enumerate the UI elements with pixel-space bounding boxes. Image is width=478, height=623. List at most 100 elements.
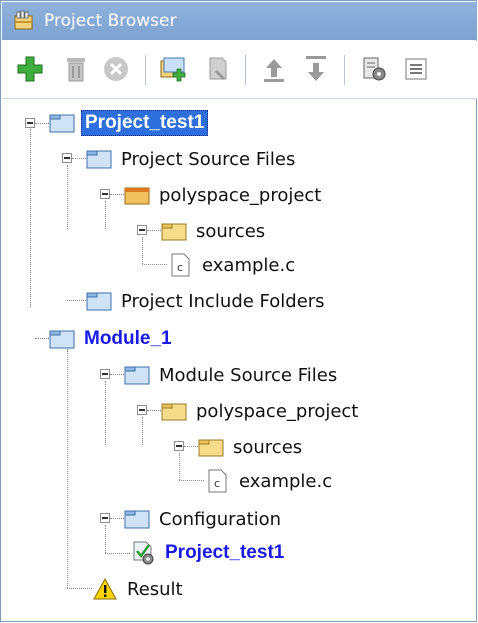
- configuration-file-icon: [133, 541, 154, 565]
- toolbar: [2, 41, 477, 99]
- tree-connector: [147, 230, 161, 231]
- tree-node-configuration[interactable]: Configuration: [124, 505, 284, 533]
- tree-connector: [67, 345, 68, 588]
- svg-text:c: c: [177, 261, 183, 274]
- tree-node-polyspace-project[interactable]: polyspace_project: [124, 181, 324, 209]
- panel-title-bar: Project Browser: [2, 2, 477, 40]
- project-tree: Project_test1 Project Source Files polys…: [1, 101, 478, 621]
- tree-connector: [72, 158, 86, 159]
- folder-icon: [161, 403, 187, 421]
- move-up-button[interactable]: [258, 53, 290, 85]
- tree-node-example-c[interactable]: c example.c: [204, 467, 335, 495]
- tree-node-project-include-folders[interactable]: Project Include Folders: [86, 287, 328, 315]
- tree-node-sources[interactable]: sources: [198, 433, 305, 461]
- c-file-icon: c: [171, 253, 190, 277]
- tree-connector: [142, 264, 167, 265]
- tree-connector: [105, 553, 130, 554]
- properties-button[interactable]: [400, 53, 432, 85]
- tree-connector: [67, 300, 86, 301]
- new-folder-button[interactable]: [158, 53, 190, 85]
- tree-node-module-source-files[interactable]: Module Source Files: [124, 361, 340, 389]
- tree-connector: [110, 374, 124, 375]
- folder-icon: [198, 439, 224, 457]
- collapse-toggle[interactable]: [100, 189, 110, 199]
- warning-icon: [93, 577, 117, 600]
- tree-connector: [67, 588, 92, 589]
- project-browser-icon: [14, 10, 33, 30]
- tree-node-config-project[interactable]: Project_test1: [130, 539, 287, 567]
- tree-node-label: Module_1: [84, 328, 172, 349]
- module-button[interactable]: [202, 53, 234, 85]
- tree-connector: [110, 194, 124, 195]
- tree-connector: [105, 201, 106, 229]
- project-browser-panel: Project Browser Project_test1 Project So…: [0, 0, 477, 622]
- tree-node-label: Project Source Files: [121, 148, 296, 170]
- move-up-icon: [264, 59, 284, 82]
- delete-button[interactable]: [60, 53, 92, 85]
- orange-folder-icon: [124, 187, 150, 205]
- tree-connector: [105, 525, 106, 553]
- tree-connector: [35, 338, 49, 339]
- tree-connector: [147, 410, 161, 411]
- collapse-toggle[interactable]: [174, 441, 184, 451]
- tree-node-label: sources: [196, 220, 266, 242]
- tree-node-label: Project_test1: [165, 542, 285, 563]
- module-folder-icon: [49, 330, 75, 349]
- toolbar-separator: [245, 55, 246, 85]
- tree-node-label: example.c: [239, 470, 333, 492]
- tree-node-label: sources: [233, 436, 303, 458]
- collapse-toggle[interactable]: [25, 118, 35, 128]
- tree-node-label: Project Include Folders: [121, 290, 325, 312]
- tree-connector: [184, 446, 198, 447]
- folder-icon: [124, 366, 150, 385]
- tree-node-label: polyspace_project: [196, 400, 359, 422]
- tree-connector: [35, 123, 49, 124]
- tree-node-sources[interactable]: sources: [161, 217, 268, 245]
- remove-icon: [104, 57, 128, 81]
- tree-node-result[interactable]: Result: [92, 575, 186, 603]
- add-button[interactable]: [14, 53, 46, 85]
- toolbar-separator: [145, 55, 146, 85]
- tree-node-polyspace-project[interactable]: polyspace_project: [161, 397, 361, 425]
- collapse-toggle[interactable]: [100, 513, 110, 523]
- tree-node-example-c[interactable]: c example.c: [167, 251, 298, 279]
- svg-text:c: c: [214, 477, 220, 490]
- folder-icon: [124, 510, 150, 529]
- project-folder-icon: [49, 114, 75, 133]
- module-icon: [209, 57, 227, 81]
- properties-icon: [405, 58, 427, 80]
- tree-connector: [179, 453, 180, 480]
- tree-connector: [142, 237, 143, 264]
- tree-connector: [67, 165, 68, 229]
- c-file-icon: c: [208, 469, 227, 493]
- new-folder-icon: [160, 57, 186, 82]
- folder-icon: [161, 223, 187, 241]
- tree-node-label: polyspace_project: [159, 184, 322, 206]
- collapse-toggle[interactable]: [137, 405, 147, 415]
- folder-icon: [86, 292, 112, 311]
- add-icon: [17, 56, 43, 82]
- tree-connector: [110, 518, 124, 519]
- tree-connector: [179, 480, 204, 481]
- tree-connector: [30, 129, 31, 307]
- collapse-toggle[interactable]: [137, 225, 147, 235]
- remove-button[interactable]: [100, 53, 132, 85]
- tree-node-module[interactable]: Module_1: [49, 325, 175, 353]
- toolbar-separator: [344, 55, 345, 85]
- tree-node-project-source-files[interactable]: Project Source Files: [86, 145, 298, 173]
- tree-connector: [142, 417, 143, 445]
- tree-node-label: Project_test1: [81, 110, 209, 136]
- run-config-button[interactable]: [358, 53, 390, 85]
- folder-icon: [86, 150, 112, 169]
- delete-icon: [67, 58, 85, 82]
- tree-node-label: Configuration: [159, 508, 282, 530]
- tree-node-project[interactable]: Project_test1: [49, 109, 209, 137]
- move-down-icon: [306, 56, 326, 81]
- collapse-toggle[interactable]: [62, 153, 72, 163]
- move-down-button[interactable]: [300, 53, 332, 85]
- tree-node-label: Module Source Files: [159, 364, 338, 386]
- tree-connector: [105, 381, 106, 445]
- tree-node-label: Result: [127, 578, 183, 600]
- tree-node-label: example.c: [202, 254, 296, 276]
- collapse-toggle[interactable]: [100, 369, 110, 379]
